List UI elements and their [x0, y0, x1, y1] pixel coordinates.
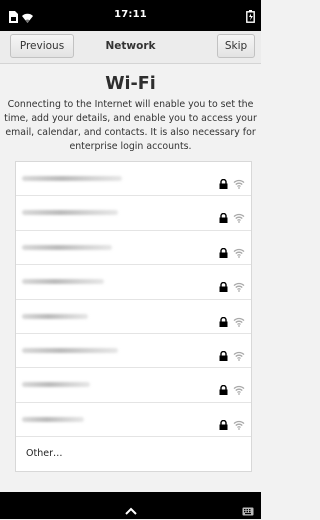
network-name-redacted	[22, 347, 118, 353]
lock-icon	[219, 243, 228, 262]
network-name-redacted	[22, 244, 112, 250]
lock-icon	[219, 415, 228, 434]
wifi-icon	[233, 346, 245, 365]
wifi-icon	[233, 208, 245, 227]
network-name-redacted	[22, 176, 122, 181]
network-list: Other…	[15, 161, 252, 473]
status-time: 17:11	[114, 9, 147, 20]
wifi-icon	[233, 380, 245, 399]
network-item[interactable]	[16, 368, 251, 403]
intro-text: Connecting to the Internet will enable y…	[4, 99, 257, 152]
network-item[interactable]	[16, 334, 251, 369]
network-name-redacted	[22, 416, 84, 422]
network-item[interactable]	[16, 162, 251, 197]
nav-bar	[0, 492, 261, 519]
wifi-icon	[233, 174, 245, 193]
wifi-icon	[233, 312, 245, 331]
lock-icon	[219, 208, 228, 227]
lock-icon	[219, 380, 228, 399]
lock-icon	[219, 312, 228, 331]
other-network-label: Other…	[26, 448, 63, 460]
battery-charging-icon	[246, 8, 255, 27]
network-item[interactable]	[16, 196, 251, 231]
keyboard-icon[interactable]	[242, 501, 254, 520]
lock-icon	[219, 277, 228, 296]
wifi-icon	[233, 243, 245, 262]
wifi-icon	[233, 415, 245, 434]
page-title: Wi-Fi	[105, 74, 156, 94]
other-network-item[interactable]: Other…	[16, 437, 251, 471]
network-item[interactable]	[16, 403, 251, 438]
skip-button[interactable]: Skip	[217, 34, 255, 58]
lock-icon	[219, 346, 228, 365]
header-bar: Previous Network Skip	[0, 31, 261, 64]
network-name-redacted	[22, 279, 104, 285]
status-bar: 17:11	[0, 0, 261, 31]
network-name-redacted	[22, 382, 90, 388]
network-name-redacted	[22, 313, 88, 319]
network-item[interactable]	[16, 231, 251, 266]
wifi-icon	[233, 277, 245, 296]
chevron-up-icon[interactable]	[125, 500, 137, 519]
network-item[interactable]	[16, 300, 251, 334]
lock-icon	[219, 174, 228, 193]
network-name-redacted	[22, 210, 118, 216]
network-item[interactable]	[16, 265, 251, 300]
